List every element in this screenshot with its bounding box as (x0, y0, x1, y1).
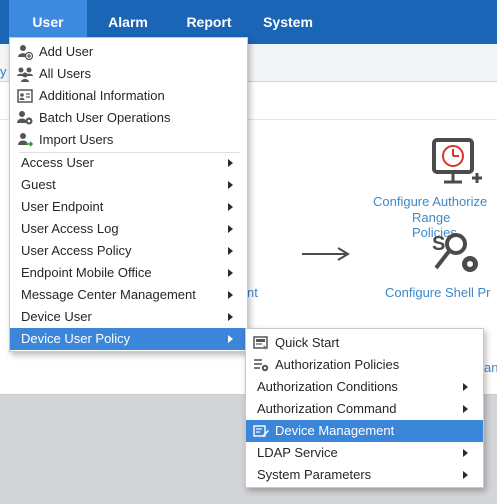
menu-item-add-user[interactable]: Add User (10, 41, 247, 63)
menu-item-device-user[interactable]: Device User (10, 306, 247, 328)
import-users-icon (18, 133, 33, 147)
menu-item-access-user[interactable]: Access User (10, 152, 247, 174)
menu-item-batch-user-operations[interactable]: Batch User Operations (10, 107, 247, 129)
menu-item-import-users[interactable]: Import Users (10, 129, 247, 151)
menu-item-label: LDAP Service (257, 445, 338, 460)
menu-item-device-management[interactable]: Device Management (246, 420, 483, 442)
menu-item-device-user-policy[interactable]: Device User Policy (10, 328, 247, 350)
menu-item-label: Quick Start (275, 335, 340, 350)
nav-tab-system[interactable]: System (252, 0, 324, 44)
menu-item-all-users[interactable]: All Users (10, 63, 247, 85)
menu-item-label: Device Management (275, 423, 395, 438)
menu-item-label: Additional Information (39, 88, 165, 103)
menu-item-label: Batch User Operations (39, 110, 171, 125)
flow-arrow-icon (302, 247, 350, 261)
configure-authorization-link[interactable]: Configure Authorize (373, 194, 487, 209)
user-dropdown-menu: Add User All Users Additional Informatio… (9, 37, 248, 352)
menu-item-label: Import Users (39, 132, 114, 147)
batch-users-icon (17, 111, 33, 125)
add-user-icon (18, 45, 33, 60)
menu-item-endpoint-mobile-office[interactable]: Endpoint Mobile Office (10, 262, 247, 284)
menu-item-label: User Access Policy (21, 243, 132, 258)
menu-item-label: System Parameters (257, 467, 372, 482)
menu-item-label: Authorization Policies (275, 357, 400, 372)
chevron-right-icon (228, 335, 233, 343)
menu-item-authorization-conditions[interactable]: Authorization Conditions (246, 376, 483, 398)
chevron-right-icon (228, 181, 233, 189)
breadcrumb[interactable]: y (0, 64, 7, 79)
id-card-icon (17, 89, 33, 103)
menu-item-ldap-service[interactable]: LDAP Service (246, 442, 483, 464)
menu-item-label: Endpoint Mobile Office (21, 265, 152, 280)
menu-item-user-endpoint[interactable]: User Endpoint (10, 196, 247, 218)
shell-settings-icon: S (432, 233, 478, 272)
quick-start-icon (253, 336, 268, 351)
menu-item-label: Guest (21, 177, 56, 192)
menu-item-quick-start[interactable]: Quick Start (246, 332, 483, 354)
chevron-right-icon (228, 203, 233, 211)
device-user-policy-submenu: Quick Start Authorization Policies Autho… (245, 328, 484, 488)
menu-item-user-access-log[interactable]: User Access Log (10, 218, 247, 240)
chevron-right-icon (463, 471, 468, 479)
chevron-right-icon (463, 449, 468, 457)
menu-item-guest[interactable]: Guest (10, 174, 247, 196)
chevron-right-icon (228, 269, 233, 277)
users-group-icon (17, 67, 33, 82)
menu-item-additional-information[interactable]: Additional Information (10, 85, 247, 107)
menu-item-authorization-command[interactable]: Authorization Command (246, 398, 483, 420)
guide-link-fragment-right[interactable]: an (484, 360, 497, 375)
chevron-right-icon (228, 313, 233, 321)
menu-item-user-access-policy[interactable]: User Access Policy (10, 240, 247, 262)
menu-item-label: User Access Log (21, 221, 119, 236)
menu-item-label: User Endpoint (21, 199, 104, 214)
guide-link-fragment[interactable]: nt (247, 285, 258, 300)
menu-item-label: Authorization Command (257, 401, 397, 416)
chevron-right-icon (228, 291, 233, 299)
menu-item-label: Message Center Management (21, 287, 196, 302)
menu-item-authorization-policies[interactable]: Authorization Policies (246, 354, 483, 376)
menu-item-label: Authorization Conditions (257, 379, 398, 394)
menu-item-label: All Users (39, 66, 92, 81)
menu-item-label: Add User (39, 44, 94, 59)
menu-item-message-center-management[interactable]: Message Center Management (10, 284, 247, 306)
chevron-right-icon (463, 383, 468, 391)
menu-item-label: Device User (21, 309, 92, 324)
chevron-right-icon (228, 225, 233, 233)
authorization-range-icon (432, 138, 482, 184)
chevron-right-icon (463, 405, 468, 413)
svg-text:S: S (432, 233, 445, 255)
menu-item-label: Device User Policy (21, 331, 131, 346)
configure-shell-link[interactable]: Configure Shell Pr (385, 285, 491, 300)
menu-item-label: Access User (21, 155, 94, 170)
device-edit-icon (253, 425, 269, 437)
chevron-right-icon (228, 247, 233, 255)
policy-list-icon (254, 359, 269, 372)
chevron-right-icon (228, 159, 233, 167)
menu-item-system-parameters[interactable]: System Parameters (246, 464, 483, 486)
